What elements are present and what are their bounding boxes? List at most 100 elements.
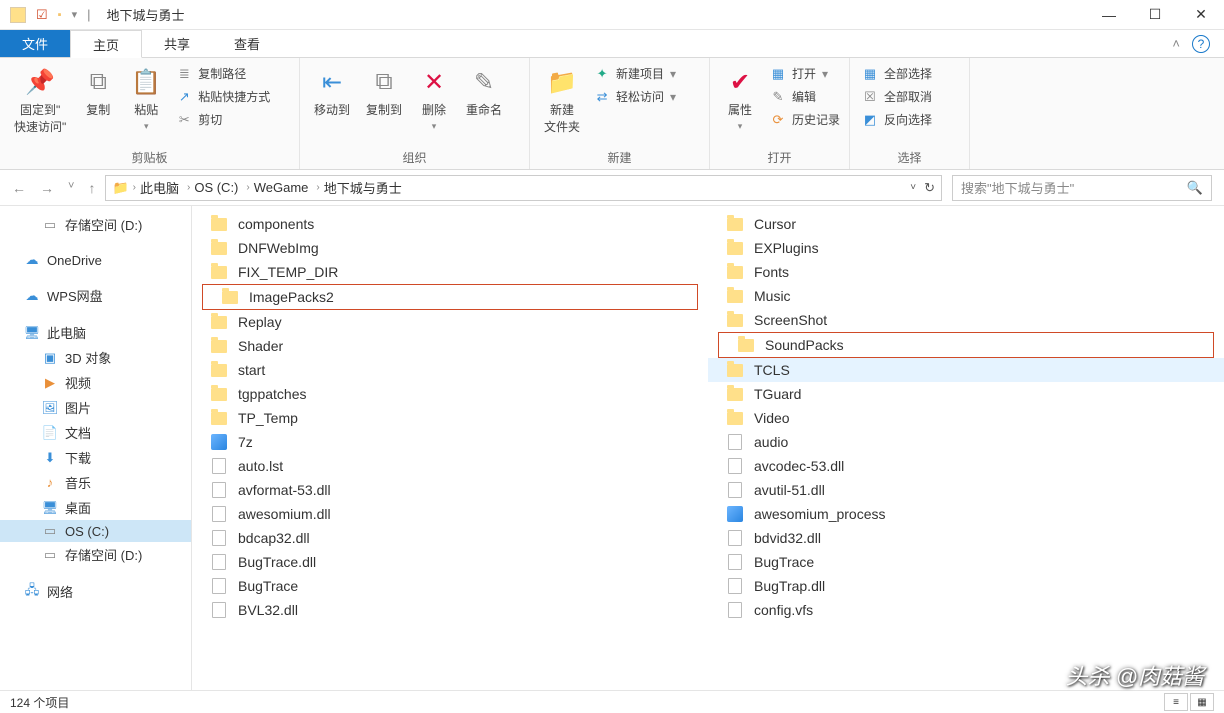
move-to-button[interactable]: ⇤移动到	[308, 64, 356, 120]
folder-icon	[727, 412, 743, 425]
file-item[interactable]: Fonts	[708, 260, 1224, 284]
new-item-button[interactable]: ✦新建项目 ▾	[590, 64, 680, 83]
paste-shortcut-button[interactable]: ↗粘贴快捷方式	[172, 87, 274, 106]
open-button[interactable]: ▦打开 ▾	[766, 64, 844, 83]
select-none-button[interactable]: ☒全部取消	[858, 87, 936, 106]
file-item[interactable]: 7z	[192, 430, 708, 454]
select-all-button[interactable]: ▦全部选择	[858, 64, 936, 83]
tree-item-3d[interactable]: ▣3D 对象	[0, 345, 191, 370]
qat-check-icon[interactable]: ☑	[36, 7, 48, 23]
minimize-ribbon-icon[interactable]: ˄	[1172, 36, 1180, 51]
file-item[interactable]: bdcap32.dll	[192, 526, 708, 550]
tree-item-storage-d[interactable]: ▭存储空间 (D:)	[0, 212, 191, 237]
file-item[interactable]: Video	[708, 406, 1224, 430]
rename-button[interactable]: ✎重命名	[460, 64, 508, 120]
help-icon[interactable]: ?	[1192, 35, 1210, 53]
breadcrumb-segment[interactable]: OS (C:)›	[194, 180, 249, 195]
new-folder-button[interactable]: 📁新建 文件夹	[538, 64, 586, 137]
tab-share[interactable]: 共享	[142, 30, 212, 57]
file-item[interactable]: awesomium_process	[708, 502, 1224, 526]
qat-dropdown-icon[interactable]: ▾	[72, 8, 78, 21]
file-item[interactable]: TCLS	[708, 358, 1224, 382]
cut-button[interactable]: ✂剪切	[172, 110, 274, 129]
file-item[interactable]: components	[192, 212, 708, 236]
copy-button[interactable]: ⧉ 复制	[76, 64, 120, 120]
tree-item-videos[interactable]: ▶视频	[0, 370, 191, 395]
file-item[interactable]: TGuard	[708, 382, 1224, 406]
file-item[interactable]: tgppatches	[192, 382, 708, 406]
file-item[interactable]: ImagePacks2	[203, 285, 697, 309]
forward-button[interactable]: →	[40, 180, 54, 196]
tab-home[interactable]: 主页	[70, 30, 142, 58]
search-input[interactable]: 搜索"地下城与勇士" 🔍	[952, 175, 1212, 201]
file-item[interactable]: Replay	[192, 310, 708, 334]
drive-icon: ▭	[42, 217, 58, 233]
copy-to-button[interactable]: ⧉复制到	[360, 64, 408, 120]
address-bar[interactable]: 📁 › 此电脑› OS (C:)› WeGame› 地下城与勇士 ˅ ↻	[105, 175, 942, 201]
file-list[interactable]: componentsDNFWebImgFIX_TEMP_DIRImagePack…	[192, 206, 1224, 690]
tree-item-documents[interactable]: 📄文档	[0, 420, 191, 445]
file-item[interactable]: start	[192, 358, 708, 382]
file-item[interactable]: BugTrap.dll	[708, 574, 1224, 598]
pin-quick-access-button[interactable]: 📌 固定到" 快速访问"	[8, 64, 72, 137]
tree-item-onedrive[interactable]: ☁OneDrive	[0, 249, 191, 271]
minimize-button[interactable]: —	[1086, 0, 1132, 30]
history-button[interactable]: ⟳历史记录	[766, 110, 844, 129]
breadcrumb-segment[interactable]: WeGame›	[254, 180, 320, 195]
folder-icon	[727, 218, 743, 231]
file-item[interactable]: DNFWebImg	[192, 236, 708, 260]
close-button[interactable]: ✕	[1178, 0, 1224, 30]
tab-view[interactable]: 查看	[212, 30, 282, 57]
file-item[interactable]: SoundPacks	[719, 333, 1213, 357]
invert-selection-button[interactable]: ◩反向选择	[858, 110, 936, 129]
file-item[interactable]: bdvid32.dll	[708, 526, 1224, 550]
file-item[interactable]: auto.lst	[192, 454, 708, 478]
file-item[interactable]: TP_Temp	[192, 406, 708, 430]
edit-button[interactable]: ✎编辑	[766, 87, 844, 106]
qat-folder-icon[interactable]: ▪	[58, 9, 62, 21]
tree-item-storage-d2[interactable]: ▭存储空间 (D:)	[0, 542, 191, 567]
file-item[interactable]: avcodec-53.dll	[708, 454, 1224, 478]
delete-button[interactable]: ✕删除▾	[412, 64, 456, 134]
file-item[interactable]: EXPlugins	[708, 236, 1224, 260]
refresh-button[interactable]: ↻	[924, 180, 935, 196]
paste-button[interactable]: 📋 粘贴 ▾	[124, 64, 168, 134]
file-item[interactable]: BugTrace	[192, 574, 708, 598]
file-item[interactable]: Cursor	[708, 212, 1224, 236]
breadcrumb-segment[interactable]: 地下城与勇士	[324, 178, 402, 197]
easy-access-button[interactable]: ⇄轻松访问 ▾	[590, 87, 680, 106]
file-item[interactable]: avutil-51.dll	[708, 478, 1224, 502]
tree-item-pictures[interactable]: 🖼图片	[0, 395, 191, 420]
tree-item-desktop[interactable]: 🖥桌面	[0, 495, 191, 520]
file-item[interactable]: audio	[708, 430, 1224, 454]
icons-view-button[interactable]: ▦	[1190, 693, 1214, 711]
file-item[interactable]: config.vfs	[708, 598, 1224, 622]
recent-locations-button[interactable]: ˅	[68, 180, 74, 196]
copy-path-button[interactable]: ≣复制路径	[172, 64, 274, 83]
breadcrumb-segment[interactable]: 此电脑›	[140, 178, 190, 197]
address-dropdown-icon[interactable]: ˅	[910, 182, 916, 193]
tree-item-os-c[interactable]: ▭OS (C:)	[0, 520, 191, 542]
tab-file[interactable]: 文件	[0, 30, 70, 57]
file-item[interactable]: ScreenShot	[708, 308, 1224, 332]
tree-item-downloads[interactable]: ⬇下载	[0, 445, 191, 470]
file-item[interactable]: FIX_TEMP_DIR	[192, 260, 708, 284]
up-button[interactable]: ↑	[88, 180, 95, 196]
file-item[interactable]: Shader	[192, 334, 708, 358]
navigation-pane[interactable]: ▭存储空间 (D:) ☁OneDrive ☁WPS网盘 🖥此电脑 ▣3D 对象 …	[0, 206, 192, 690]
file-item[interactable]: awesomium.dll	[192, 502, 708, 526]
tree-item-thispc[interactable]: 🖥此电脑	[0, 320, 191, 345]
file-item[interactable]: avformat-53.dll	[192, 478, 708, 502]
properties-button[interactable]: ✔属性▾	[718, 64, 762, 134]
file-item[interactable]: BVL32.dll	[192, 598, 708, 622]
tree-item-wps[interactable]: ☁WPS网盘	[0, 283, 191, 308]
tree-item-music[interactable]: ♪音乐	[0, 470, 191, 495]
file-item[interactable]: BugTrace	[708, 550, 1224, 574]
maximize-button[interactable]: ☐	[1132, 0, 1178, 30]
file-item[interactable]: Music	[708, 284, 1224, 308]
title-bar: ☑ ▪ ▾ | 地下城与勇士 — ☐ ✕	[0, 0, 1224, 30]
back-button[interactable]: ←	[12, 180, 26, 196]
file-item[interactable]: BugTrace.dll	[192, 550, 708, 574]
tree-item-network[interactable]: 🖧网络	[0, 579, 191, 604]
details-view-button[interactable]: ≡	[1164, 693, 1188, 711]
